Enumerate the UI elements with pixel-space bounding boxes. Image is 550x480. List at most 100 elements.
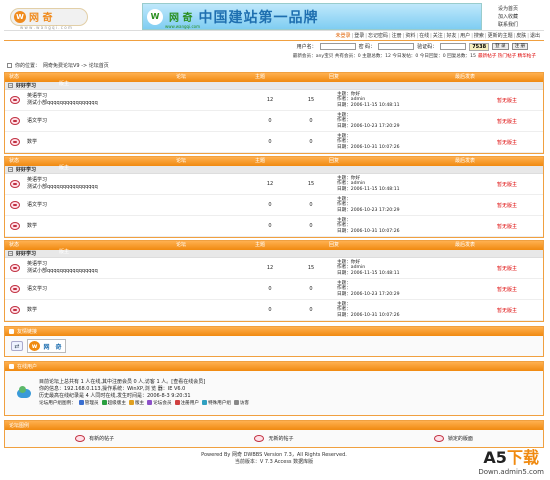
add-favorite-link[interactable]: 加入收藏 xyxy=(498,13,542,20)
forum-table: 状态 论坛 主题 回复 最后发表 版主 − 好好学习 英语学习 测试小部qqqqqqqqqqqqq… xyxy=(4,240,544,322)
logo-url: w w w . w a n g q i . c o m xyxy=(20,25,72,30)
nav-users[interactable]: 用户 xyxy=(460,32,470,39)
forum-status-icon xyxy=(10,117,20,125)
forum-status-icon xyxy=(10,138,20,146)
collapse-icon[interactable]: − xyxy=(8,83,13,88)
contact-link[interactable]: 联系我们 xyxy=(498,21,542,28)
site-logo[interactable]: W 网 奇 w w w . w a n g q i . c o m xyxy=(4,3,114,30)
captcha-label: 验证码： xyxy=(417,44,438,50)
member-icon xyxy=(147,400,153,405)
watermark-a5: A5 xyxy=(483,448,507,467)
table-header-cell: 论坛 xyxy=(175,74,186,80)
registered-icon xyxy=(174,400,180,405)
forum-name[interactable]: 数学 xyxy=(27,307,255,314)
guest-icon xyxy=(233,400,239,405)
friends-panel: 友情链接 ⇄ w 网 奇 xyxy=(4,326,544,357)
forum-name[interactable]: 数学 xyxy=(27,223,255,230)
friend-link-logo[interactable]: w 网 奇 xyxy=(27,339,66,353)
logo-char-2: 奇 xyxy=(55,343,62,351)
online-panel: 在线用户 目前论坛上总共有 1 人在线,其中注册会员 0 人,访客 1 人。[查… xyxy=(4,361,544,416)
nav-online[interactable]: 在线 xyxy=(419,32,429,39)
forum-name[interactable]: 英语学习 xyxy=(27,93,255,100)
locked-forum-icon xyxy=(433,435,444,442)
topic-count: 12 xyxy=(266,181,274,187)
table-header-cell: 回复 xyxy=(328,74,339,80)
nav-friends[interactable]: 好友 xyxy=(446,32,456,39)
forum-name[interactable]: 英语学习 xyxy=(27,177,255,184)
table-row: 英语学习 测试小部qqqqqqqqqqqqqqqq 12 15 主题：你好 作者：admi… xyxy=(5,174,543,195)
captcha-input[interactable] xyxy=(440,43,467,50)
category-title[interactable]: 好好学习 xyxy=(16,250,36,257)
forum-stats: 最新会员：any宝贝 共有会员：0 主题总数：12 今日发帖：0 今日回复：0 … xyxy=(4,52,544,60)
nav-register[interactable]: 注册 xyxy=(392,32,402,39)
forum-status-icon xyxy=(10,264,20,272)
legend-no-new-post: 无新的帖子 xyxy=(268,436,294,442)
banner-url: www.wangqi.com xyxy=(165,24,200,29)
friend-link-icon[interactable]: ⇄ xyxy=(11,341,23,351)
table-header-cell: 回复 xyxy=(328,242,339,248)
breadcrumb-path[interactable]: 网奇免费论坛V9 -> 论坛首页 xyxy=(43,62,109,69)
watermark: A5下载 Down.admin5.com xyxy=(478,444,544,476)
forum-name[interactable]: 语文学习 xyxy=(27,286,255,293)
username-input[interactable] xyxy=(319,43,356,50)
nav-follow[interactable]: 关注 xyxy=(433,32,443,39)
stats-links[interactable]: 最新帖子 热门帖子 精华帖子 xyxy=(478,53,536,59)
set-homepage-link[interactable]: 设为首页 xyxy=(498,5,542,12)
moderator: 暂无版主 xyxy=(496,97,517,104)
topic-count: 0 xyxy=(268,202,272,208)
legend-mod: 版主 xyxy=(134,401,145,406)
forum-tables: 状态 论坛 主题 回复 最后发表 版主 − 好好学习 英语学习 测试小部qqqqqqqqqqqqq… xyxy=(4,72,544,322)
last-post-date: 日期：2006-10-31 10:07:26 xyxy=(337,312,400,318)
table-header-cell: 回复 xyxy=(328,158,339,164)
category-title[interactable]: 好好学习 xyxy=(16,82,36,89)
forum-page: W 网 奇 w w w . w a n g q i . c o m W 网 奇 … xyxy=(4,3,544,477)
forum-name[interactable]: 语文学习 xyxy=(27,118,255,125)
category-title[interactable]: 好好学习 xyxy=(16,166,36,173)
password-input[interactable] xyxy=(378,43,415,50)
forum-table: 状态 论坛 主题 回复 最后发表 版主 − 好好学习 英语学习 测试小部qqqqqqqqqqqqq… xyxy=(4,156,544,238)
online-line-3: 历史最高在线纪录是 4 人同时在线,发生时间是：2006-8-3 9:20:31 xyxy=(39,393,191,399)
table-header-cell: 状态 xyxy=(9,242,20,248)
login-button[interactable]: 登 录 xyxy=(492,43,509,50)
online-icon xyxy=(17,385,31,398)
topic-count: 0 xyxy=(268,118,272,124)
nav-logout[interactable]: 退出 xyxy=(530,32,540,39)
top-banner[interactable]: W 网 奇 中国建站第一品牌 www.wangqi.com xyxy=(142,3,482,30)
collapse-icon[interactable]: − xyxy=(8,251,13,256)
panel-icon xyxy=(9,364,14,369)
table-header-cell: 状态 xyxy=(9,158,20,164)
topic-count: 0 xyxy=(268,139,272,145)
nav-forgot-password[interactable]: 忘记密码 xyxy=(368,32,388,39)
breadcrumb-label: 你的位置： xyxy=(15,62,41,69)
last-post-date: 日期：2006-10-31 10:07:26 xyxy=(337,144,400,150)
nav-updated-topics[interactable]: 更新的主题 xyxy=(488,32,513,39)
table-row: 英语学习 测试小部qqqqqqqqqqqqqqqq 12 15 主题：你好 作者：admi… xyxy=(5,258,543,279)
collapse-icon[interactable]: − xyxy=(8,167,13,172)
nav-skin[interactable]: 皮肤 xyxy=(516,32,526,39)
super-mod-icon xyxy=(101,400,107,405)
forum-name[interactable]: 数学 xyxy=(27,139,255,146)
moderator: 暂无版主 xyxy=(496,223,517,230)
forum-name[interactable]: 英语学习 xyxy=(27,261,255,268)
table-row: 语文学习 0 0 主题： 作者： 日期：2006-10-23 17:20:29 暂无版主 xyxy=(5,195,543,216)
forum-table: 状态 论坛 主题 回复 最后发表 版主 − 好好学习 英语学习 测试小部qqqqqqqqqqqqq… xyxy=(4,72,544,154)
table-header-cell: 主题 xyxy=(254,158,265,164)
main-nav: 未登录 | 登录 | 忘记密码 | 注册 | 资料 | 在线 | 关注 | 好友 | 用户 | 搜… xyxy=(4,31,544,41)
nav-search[interactable]: 搜索 xyxy=(474,32,484,39)
reply-count: 0 xyxy=(309,286,313,292)
legend-guest: 访客 xyxy=(239,401,250,406)
watermark-download: 下载 xyxy=(506,448,539,467)
legend-super-mod: 超级版主 xyxy=(107,401,126,406)
friends-panel-title: 友情链接 xyxy=(17,329,38,335)
reply-count: 0 xyxy=(309,139,313,145)
table-header-cell: 最后发表 xyxy=(454,242,475,248)
register-button[interactable]: 注 册 xyxy=(511,43,528,50)
legend-panel: 论坛图例 有新的帖子 无新的帖子 锁定的版面 xyxy=(4,420,544,448)
header: W 网 奇 w w w . w a n g q i . c o m W 网 奇 … xyxy=(4,3,544,31)
table-header-cell: 主题 xyxy=(254,242,265,248)
usergroup-legend: 论坛用户组图例： 管理员 超级版主 版主 论坛会员 注册用户 特殊用户组 访客 xyxy=(39,400,249,407)
topic-count: 0 xyxy=(268,223,272,229)
nav-login[interactable]: 登录 xyxy=(354,32,364,39)
forum-name[interactable]: 语文学习 xyxy=(27,202,255,209)
nav-profile[interactable]: 资料 xyxy=(405,32,415,39)
